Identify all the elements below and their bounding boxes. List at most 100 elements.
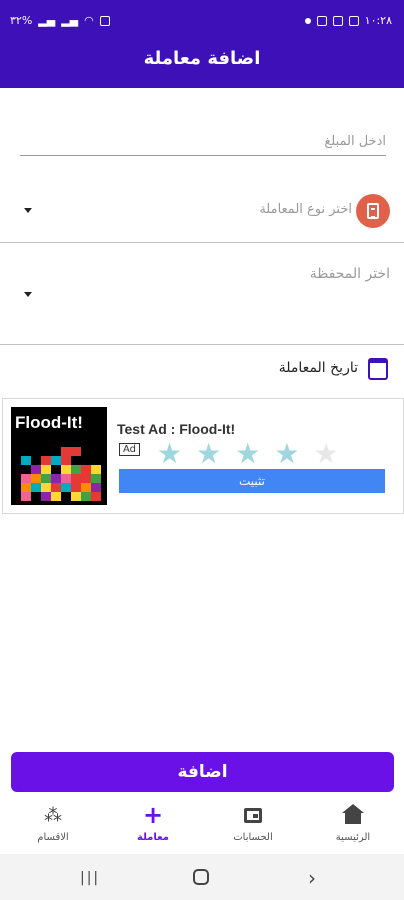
signal-icon: ▂▄ [38,14,56,27]
wifi-icon: ◠ [84,14,94,27]
app-bar: اضافة معاملة [0,44,404,88]
signal-icon-2: ▂▄ [61,14,79,27]
calendar-icon [368,358,388,380]
pixel-cell [91,447,101,456]
pixel-cell [91,465,101,474]
pixel-cell [61,456,71,465]
nav-item-categories[interactable]: ⁂ الاقسام [8,804,98,844]
notification-icon [99,15,110,26]
pixel-cell [31,474,41,483]
transaction-type-placeholder: اختر نوع المعاملة [259,202,352,217]
nav-label: الاقسام [37,832,69,843]
pixel-cell [41,492,51,501]
pixel-cell [61,483,71,492]
nav-item-home[interactable]: الرئيسية [308,804,398,843]
divider [0,242,404,243]
pixel-cell [71,456,81,465]
pixel-cell [51,474,61,483]
transaction-date-picker[interactable]: تاريخ المعاملة [0,356,404,386]
wallet-icon [244,807,262,823]
pixel-cell [31,483,41,492]
nav-label: الرئيسية [335,832,371,843]
app-icon-2 [332,15,343,26]
pixel-cell [81,492,91,501]
star-icon: ★ [196,437,222,470]
pixel-cell [31,492,41,501]
wallet-placeholder: اختر المحفظة [309,266,390,282]
dot-icon [304,17,311,24]
back-icon[interactable]: › [308,866,316,890]
pixel-cell [21,474,31,483]
pixel-cell [81,483,91,492]
star-icon: ★ [274,437,300,470]
install-button[interactable]: تثبيت [119,469,385,493]
pixel-cell [91,474,101,483]
app-icon-3 [348,15,359,26]
pixel-cell [81,447,91,456]
star-icon: ★ [313,437,339,470]
dropdown-arrow-icon [24,292,32,297]
nav-label: معاملة [137,832,169,843]
pixel-cell [41,465,51,474]
pixel-cell [71,492,81,501]
pixel-cell [21,492,31,501]
status-bar: ٣٢% ▂▄ ▂▄ ◠ ١٠:٢٨ [0,0,404,44]
home-circle-icon[interactable] [193,869,209,885]
calculator-icon [356,194,390,228]
pixel-cell [41,447,51,456]
pixel-cell [91,492,101,501]
transaction-date-label: تاريخ المعاملة [278,360,358,376]
amount-field[interactable]: ادخل المبلغ [20,120,386,156]
star-icon: ★ [157,437,183,470]
amount-placeholder: ادخل المبلغ [324,134,386,149]
status-right: ١٠:٢٨ [304,14,392,27]
app-icon [316,15,327,26]
transaction-type-dropdown[interactable]: اختر نوع المعاملة [0,186,404,238]
clock: ١٠:٢٨ [364,14,392,27]
pixel-cell [51,456,61,465]
ad-tag: Ad [119,443,141,456]
battery-percent: ٣٢% [10,14,33,27]
ad-brand: Flood-It! [15,413,83,432]
ad-title: Test Ad : Flood-It! [117,421,236,437]
pixel-cell [21,456,31,465]
ad-rating: ★ ★ ★ ★ ★ [157,437,339,470]
pixel-cell [31,456,41,465]
pixel-cell [41,456,51,465]
pixel-cell [81,474,91,483]
plus-icon: + [142,801,164,829]
ad-thumbnail: Flood-It! [11,407,107,505]
nav-item-transaction[interactable]: + معاملة [108,801,198,843]
ad-banner[interactable]: Flood-It! Test Ad : Flood-It! Ad ★ ★ ★ ★ ★ ت… [2,398,404,514]
pixel-cell [61,447,71,456]
pixel-cell [21,447,31,456]
pixel-cell [21,465,31,474]
ad-pixel-grid [21,447,101,503]
pixel-cell [41,483,51,492]
pixel-cell [51,465,61,474]
dropdown-arrow-icon [24,208,32,213]
pixel-cell [21,483,31,492]
pixel-cell [81,465,91,474]
page-title: اضافة معاملة [143,48,261,69]
pixel-cell [61,465,71,474]
pixel-cell [91,483,101,492]
system-nav-bar: ||| › [0,854,404,900]
pixel-cell [71,474,81,483]
pixel-cell [41,474,51,483]
pixel-cell [61,492,71,501]
pixel-cell [61,474,71,483]
nav-item-accounts[interactable]: الحسابات [208,804,298,843]
recents-icon[interactable]: ||| [80,870,100,886]
add-button[interactable]: اضافة [11,752,394,792]
pixel-cell [51,447,61,456]
star-icon: ★ [235,437,261,470]
bottom-nav: الرئيسية الحسابات + معاملة ⁂ الاقسام [0,798,404,850]
pixel-cell [51,492,61,501]
divider [0,344,404,345]
pixel-cell [81,456,91,465]
pixel-cell [31,465,41,474]
home-icon [342,804,364,824]
wallet-dropdown[interactable]: اختر المحفظة [0,244,404,344]
status-left: ٣٢% ▂▄ ▂▄ ◠ [10,14,110,27]
